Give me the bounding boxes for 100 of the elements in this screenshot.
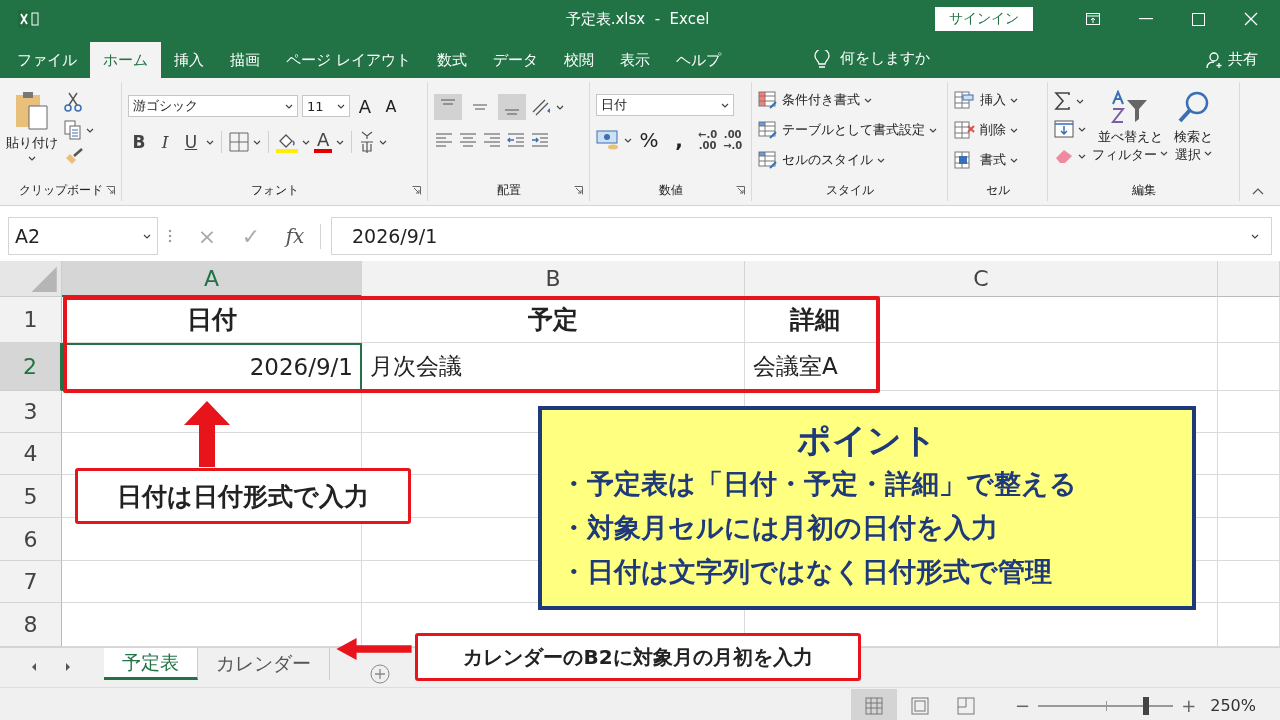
formula-field[interactable]: 2026/9/1	[331, 217, 1272, 255]
row-header[interactable]: 8	[0, 603, 62, 647]
drag-handle-icon[interactable]	[168, 228, 172, 244]
dialog-launcher-icon[interactable]	[736, 186, 745, 195]
sign-in-button[interactable]: サインイン	[935, 7, 1033, 31]
minimize-icon[interactable]	[1139, 18, 1153, 20]
caret-icon[interactable]	[929, 127, 937, 133]
format-painter-icon[interactable]	[64, 148, 84, 166]
font-style-button[interactable]: B	[128, 130, 150, 154]
caret-icon[interactable]	[721, 102, 729, 108]
caret-icon[interactable]	[1010, 97, 1018, 103]
fill-down-icon[interactable]	[1054, 120, 1074, 138]
decimal-button[interactable]: ←.0 .00	[698, 129, 718, 151]
ribbon-tab[interactable]: 校閲	[550, 42, 607, 78]
font-style-button[interactable]: U	[180, 130, 202, 154]
paste-button[interactable]: 貼り付け	[6, 86, 58, 179]
decimal-button[interactable]: .00 →.0	[723, 129, 743, 151]
caret-icon[interactable]	[336, 139, 345, 145]
row-header[interactable]: 5	[0, 475, 62, 518]
comma-button[interactable]: ,	[666, 128, 692, 152]
caret-icon[interactable]	[302, 139, 310, 145]
dialog-launcher-icon[interactable]	[106, 186, 115, 195]
caret-icon[interactable]	[1160, 150, 1168, 156]
number-format-field[interactable]: 日付	[596, 94, 734, 116]
caret-icon[interactable]	[143, 233, 151, 239]
caret-icon[interactable]	[624, 137, 632, 143]
normal-view-icon[interactable]	[851, 688, 898, 720]
ribbon-tab[interactable]: 挿入	[161, 42, 217, 78]
insert-function-button[interactable]: fx	[280, 223, 310, 249]
caret-icon[interactable]	[877, 157, 885, 163]
scroll-left-icon[interactable]	[30, 662, 38, 672]
cells-menu-button[interactable]: 挿入	[954, 88, 1041, 112]
caret-icon[interactable]	[1010, 157, 1018, 163]
caret-icon[interactable]	[864, 97, 872, 103]
zoom-in-button[interactable]: +	[1181, 695, 1197, 716]
caret-icon[interactable]	[1078, 126, 1086, 132]
decrease-indent-icon[interactable]	[506, 132, 526, 150]
shrink-font-button[interactable]: A	[380, 94, 402, 118]
scissors-icon[interactable]	[64, 92, 82, 112]
name-box[interactable]: A2	[8, 217, 158, 255]
close-icon[interactable]	[1244, 12, 1258, 26]
caret-icon[interactable]	[1204, 150, 1212, 156]
dialog-launcher-icon[interactable]	[412, 186, 421, 195]
maximize-icon[interactable]	[1192, 12, 1205, 26]
zoom-slider-thumb[interactable]	[1143, 696, 1150, 715]
font-name-field[interactable]: 游ゴシック	[128, 95, 298, 117]
collapse-ribbon-icon[interactable]	[1252, 188, 1264, 195]
sheet-tab[interactable]: 予定表	[104, 648, 198, 680]
style-menu-button[interactable]: テーブルとして書式設定	[758, 118, 941, 142]
zoom-slider[interactable]	[1038, 696, 1174, 715]
caret-icon[interactable]	[379, 139, 388, 145]
sort-filter-button[interactable]: 並べ替えと フィルター	[1092, 86, 1168, 179]
sheet-tab[interactable]: カレンダー	[198, 648, 330, 680]
find-select-button[interactable]: 検索と 選択	[1174, 86, 1213, 179]
column-header[interactable]: C	[745, 261, 1218, 297]
ribbon-tab[interactable]: ホーム	[90, 42, 161, 78]
row-header[interactable]: 6	[0, 518, 62, 561]
ribbon-tab[interactable]: ヘルプ	[662, 42, 734, 78]
style-menu-button[interactable]: 条件付き書式	[758, 88, 941, 112]
caret-icon[interactable]	[1076, 98, 1084, 104]
phonetic-icon[interactable]	[359, 131, 376, 153]
tell-me-search[interactable]: 何をしますか	[839, 49, 930, 68]
row-header[interactable]: 4	[0, 433, 62, 475]
caret-icon[interactable]	[1251, 233, 1259, 239]
ribbon-tab[interactable]: データ	[479, 42, 551, 78]
style-menu-button[interactable]: セルのスタイル	[758, 148, 941, 172]
percent-button[interactable]: %	[636, 128, 662, 152]
font-style-button[interactable]: I	[154, 130, 176, 154]
cells-menu-button[interactable]: 書式	[954, 148, 1041, 172]
font-color-button[interactable]: A	[314, 131, 333, 153]
caret-icon[interactable]	[556, 104, 564, 110]
text-orientation-icon[interactable]	[530, 97, 552, 117]
row-header[interactable]: 3	[0, 391, 62, 433]
ribbon-display-icon[interactable]	[1086, 13, 1100, 25]
ribbon-tab[interactable]: 描画	[217, 42, 273, 78]
scroll-right-icon[interactable]	[64, 662, 72, 672]
share-button[interactable]: 共有	[1228, 50, 1258, 69]
column-header[interactable]: A	[62, 261, 362, 297]
add-sheet-icon[interactable]	[370, 664, 390, 684]
ribbon-tab[interactable]: 数式	[423, 42, 480, 78]
grow-font-button[interactable]: A	[354, 94, 376, 118]
ribbon-tab[interactable]: ファイル	[4, 42, 90, 78]
row-header[interactable]: 7	[0, 561, 62, 603]
zoom-out-button[interactable]: −	[1015, 695, 1031, 716]
increase-indent-icon[interactable]	[530, 132, 550, 150]
caret-icon[interactable]	[1010, 127, 1018, 133]
ribbon-tab[interactable]: 表示	[606, 42, 663, 78]
caret-icon[interactable]	[28, 156, 36, 161]
column-header[interactable]: B	[362, 261, 745, 297]
currency-icon[interactable]	[596, 129, 620, 151]
caret-icon[interactable]	[337, 103, 345, 109]
row-header[interactable]: 2	[0, 343, 62, 391]
caret-icon[interactable]	[285, 103, 293, 109]
caret-icon[interactable]	[1078, 153, 1086, 159]
ribbon-tab[interactable]: ページ レイアウト	[273, 42, 424, 78]
row-header[interactable]: 1	[0, 297, 62, 343]
cells-menu-button[interactable]: 削除	[954, 118, 1041, 142]
dialog-launcher-icon[interactable]	[574, 186, 583, 195]
caret-icon[interactable]	[86, 127, 94, 133]
caret-icon[interactable]	[253, 139, 261, 145]
